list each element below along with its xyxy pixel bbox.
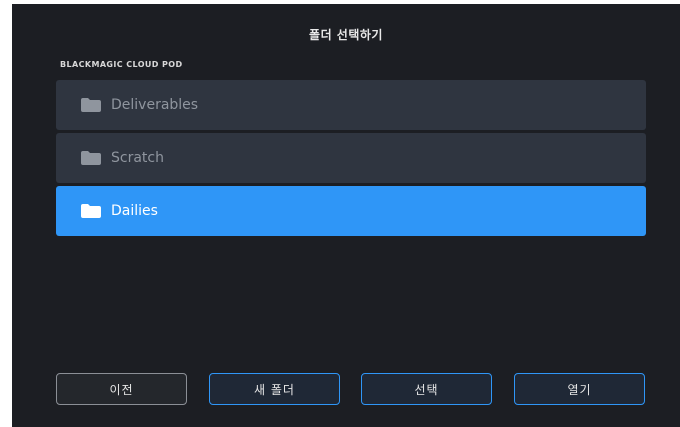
folder-row-dailies[interactable]: Dailies [56, 186, 646, 236]
folder-label: Dailies [111, 203, 158, 219]
dialog-title: 폴더 선택하기 [309, 28, 383, 42]
folder-icon [81, 98, 101, 112]
folder-label: Deliverables [111, 97, 199, 113]
folder-list: Deliverables Scratch Dailies [56, 80, 646, 239]
location-label: BLACKMAGIC CLOUD POD [60, 60, 183, 69]
folder-row-scratch[interactable]: Scratch [56, 133, 646, 183]
back-button[interactable]: 이전 [56, 373, 187, 405]
folder-icon [81, 151, 101, 165]
folder-select-dialog: 폴더 선택하기 BLACKMAGIC CLOUD POD Deliverable… [12, 4, 680, 427]
new-folder-button[interactable]: 새 폴더 [209, 373, 340, 405]
open-button[interactable]: 열기 [514, 373, 645, 405]
folder-row-deliverables[interactable]: Deliverables [56, 80, 646, 130]
folder-label: Scratch [111, 150, 164, 166]
select-button[interactable]: 선택 [361, 373, 492, 405]
folder-icon [81, 204, 101, 218]
